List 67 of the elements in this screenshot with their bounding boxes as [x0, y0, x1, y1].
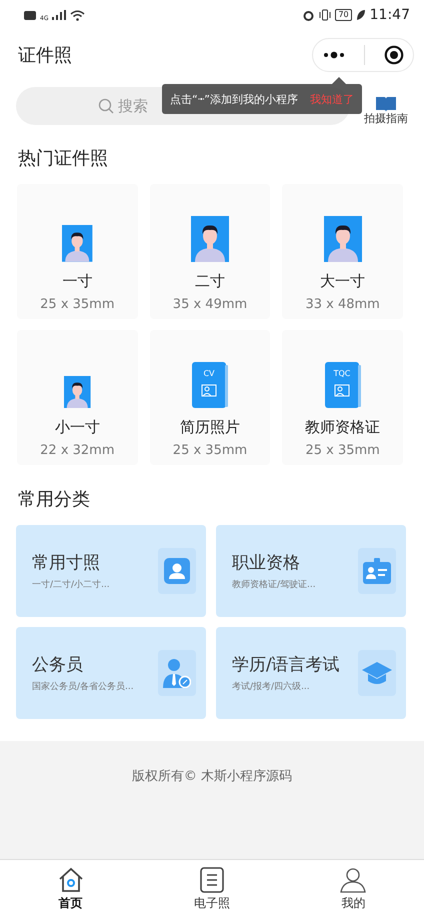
photo-size-card[interactable]: 小一寸 22 x 32mm — [17, 330, 138, 465]
category-name: 公务员 — [32, 654, 84, 676]
category-name: 职业资格 — [232, 552, 301, 574]
alarm-icon — [302, 8, 316, 22]
section-title: 常用分类 — [17, 488, 91, 512]
leaf-icon — [356, 9, 366, 21]
photo-dimensions: 22 x 32mm — [40, 443, 115, 458]
document-icon: TQC — [324, 362, 361, 408]
copyright-text: 版权所有© 木斯小程序源码 — [132, 768, 292, 786]
category-card[interactable]: 常用寸照 一寸/二寸/小二寸... — [16, 525, 206, 617]
photo-size-name: 二寸 — [194, 272, 225, 291]
photo-size-card[interactable]: TQC 教师资格证 25 x 35mm — [282, 330, 403, 465]
photo-size-card[interactable]: CV 简历照片 25 x 35mm — [150, 330, 270, 465]
category-description: 国家公务员/各省公务员... — [32, 680, 134, 693]
signal-icon — [52, 10, 66, 20]
tooltip-text: 点击“ — [170, 92, 198, 106]
tab-bar-item[interactable]: 电子照 — [141, 860, 283, 918]
photo-size-card[interactable]: 大一寸 33 x 48mm — [282, 184, 403, 319]
photo-dimensions: 25 x 35mm — [172, 443, 248, 458]
hd-icon — [24, 10, 36, 20]
clock-time: 11:47 — [370, 7, 410, 23]
badge-card-icon — [363, 558, 391, 584]
person-icon — [164, 558, 190, 584]
photo-dimensions: 25 x 35mm — [40, 297, 115, 312]
page-title: 证件照 — [18, 44, 72, 67]
document-icon: CV — [192, 362, 228, 408]
id-photo-icon — [64, 376, 91, 408]
photo-dimensions: 33 x 48mm — [305, 297, 380, 312]
tab-bar-item[interactable]: 首页 — [0, 860, 142, 918]
tooltip-text: ”添加到我的小程序 — [204, 92, 298, 106]
id-photo-icon — [62, 225, 93, 262]
search-icon — [98, 98, 114, 114]
category-description: 一寸/二寸/小二寸... — [32, 578, 110, 591]
category-description: 教师资格证/驾驶证... — [232, 578, 316, 591]
vibrate-icon — [319, 9, 332, 21]
photo-dimensions: 25 x 35mm — [305, 443, 380, 458]
search-placeholder: 搜索 — [118, 96, 148, 116]
officer-icon — [163, 658, 191, 688]
id-photo-icon — [190, 216, 229, 262]
photo-size-name: 一寸 — [62, 272, 92, 291]
guide-label[interactable]: 拍摄指南 — [364, 112, 408, 124]
photo-size-name: 简历照片 — [180, 418, 240, 437]
document-icon — [200, 866, 224, 892]
photo-dimensions: 35 x 49mm — [172, 297, 248, 312]
graduation-cap-icon — [362, 660, 392, 686]
photo-size-card[interactable]: 一寸 25 x 35mm — [17, 184, 138, 319]
wifi-icon — [70, 10, 86, 20]
battery-icon: 70 — [335, 9, 352, 21]
id-photo-icon — [324, 216, 362, 262]
category-name: 学历/语言考试 — [232, 654, 340, 676]
more-icon[interactable] — [322, 51, 344, 59]
home-icon — [58, 866, 84, 892]
tab-bar-item[interactable]: 我的 — [282, 860, 424, 918]
photo-size-name: 大一寸 — [320, 272, 366, 291]
photo-size-name: 教师资格证 — [305, 418, 380, 437]
category-card[interactable]: 公务员 国家公务员/各省公务员... — [16, 627, 206, 719]
more-icon — [198, 95, 204, 103]
category-card[interactable]: 学历/语言考试 考试/报考/四六级... — [216, 627, 406, 719]
category-card[interactable]: 职业资格 教师资格证/驾驶证... — [216, 525, 406, 617]
section-title: 热门证件照 — [17, 147, 109, 171]
book-icon[interactable] — [375, 96, 397, 112]
user-icon — [340, 866, 366, 892]
category-description: 考试/报考/四六级... — [232, 680, 311, 693]
category-name: 常用寸照 — [32, 552, 101, 574]
photo-size-card[interactable]: 二寸 35 x 49mm — [150, 184, 270, 319]
photo-size-name: 小一寸 — [54, 418, 100, 437]
close-icon[interactable] — [384, 45, 404, 65]
